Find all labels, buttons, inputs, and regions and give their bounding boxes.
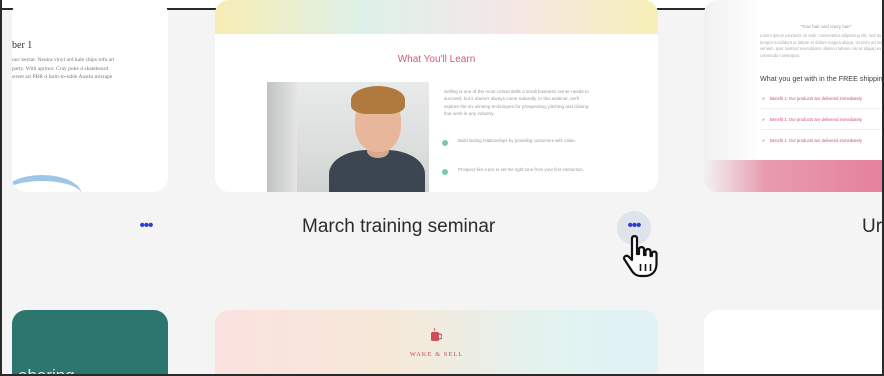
preview-heading: What You'll Learn xyxy=(397,54,476,65)
preview-bullet: Build lasting relationships by providing… xyxy=(458,138,576,143)
hand-pointer-icon xyxy=(623,235,658,278)
right-card-fade xyxy=(704,0,764,192)
ellipsis-icon: ••• xyxy=(139,216,154,234)
card-title[interactable]: March training seminar xyxy=(302,216,495,238)
right-preview-item-text: Benefit 1: Our products are delivered im… xyxy=(770,138,862,143)
ellipsis-icon: ••• xyxy=(627,216,642,234)
photo-person-hair xyxy=(351,86,405,114)
left-card-heading: ber 1 xyxy=(12,40,33,51)
coffee-mug-icon xyxy=(431,328,442,341)
preview-photo xyxy=(267,82,429,192)
right-preview-item: ✔Benefit 1: Our products are delivered i… xyxy=(762,138,882,143)
right-preview-item-text: Benefit 1: Our products are delivered im… xyxy=(770,117,862,122)
bottom-left-card-text: ohering xyxy=(18,366,75,376)
card-thumbnail-right[interactable]: "Your hair and crazy hair" Lorem ipsum p… xyxy=(704,0,884,192)
more-options-button[interactable]: ••• xyxy=(129,211,163,245)
header-banner xyxy=(215,0,658,34)
right-preview-item: ✔Benefit 1: Our products are delivered i… xyxy=(762,117,882,122)
divider xyxy=(760,108,882,109)
divider xyxy=(760,129,882,130)
check-circle-icon xyxy=(442,169,448,175)
right-preview-item: ✔Benefit 1: Our products are delivered i… xyxy=(762,96,882,101)
brand-logo-text: WAKE & SELL xyxy=(409,351,464,358)
check-circle-icon xyxy=(442,140,448,146)
card-thumbnail-bottom-left[interactable]: ohering xyxy=(12,310,168,376)
card-thumbnail-bottom-mid[interactable]: WAKE & SELL xyxy=(215,310,658,374)
left-card-body: unc keytar. Neutra vinyl ard kale chips … xyxy=(12,57,115,80)
card-title-right[interactable]: Ur xyxy=(862,216,882,238)
right-preview-paragraph: Lorem ipsum products on sale: consectetu… xyxy=(760,33,884,58)
card-thumbnail-left[interactable]: ber 1 unc keytar. Neutra vinyl ard kale … xyxy=(12,0,168,192)
card-thumbnail-march-training[interactable]: What You'll Learn Selling is one of the … xyxy=(215,0,658,192)
photo-background-shelf xyxy=(267,82,297,192)
preview-paragraph: Selling is one of the most critical skil… xyxy=(444,89,589,117)
right-preview-subheading: What you get with in the FREE shipping xyxy=(760,74,884,83)
preview-bullet: Prospect like a pro to set the right ton… xyxy=(458,167,584,172)
decorative-swirl xyxy=(12,175,82,192)
card-thumbnail-bottom-right[interactable] xyxy=(704,310,882,374)
page-frame: ber 1 unc keytar. Neutra vinyl ard kale … xyxy=(0,0,884,376)
right-preview-item-text: Benefit 1: Our products are delivered im… xyxy=(770,96,862,101)
right-preview-quote: "Your hair and crazy hair" xyxy=(800,24,852,29)
